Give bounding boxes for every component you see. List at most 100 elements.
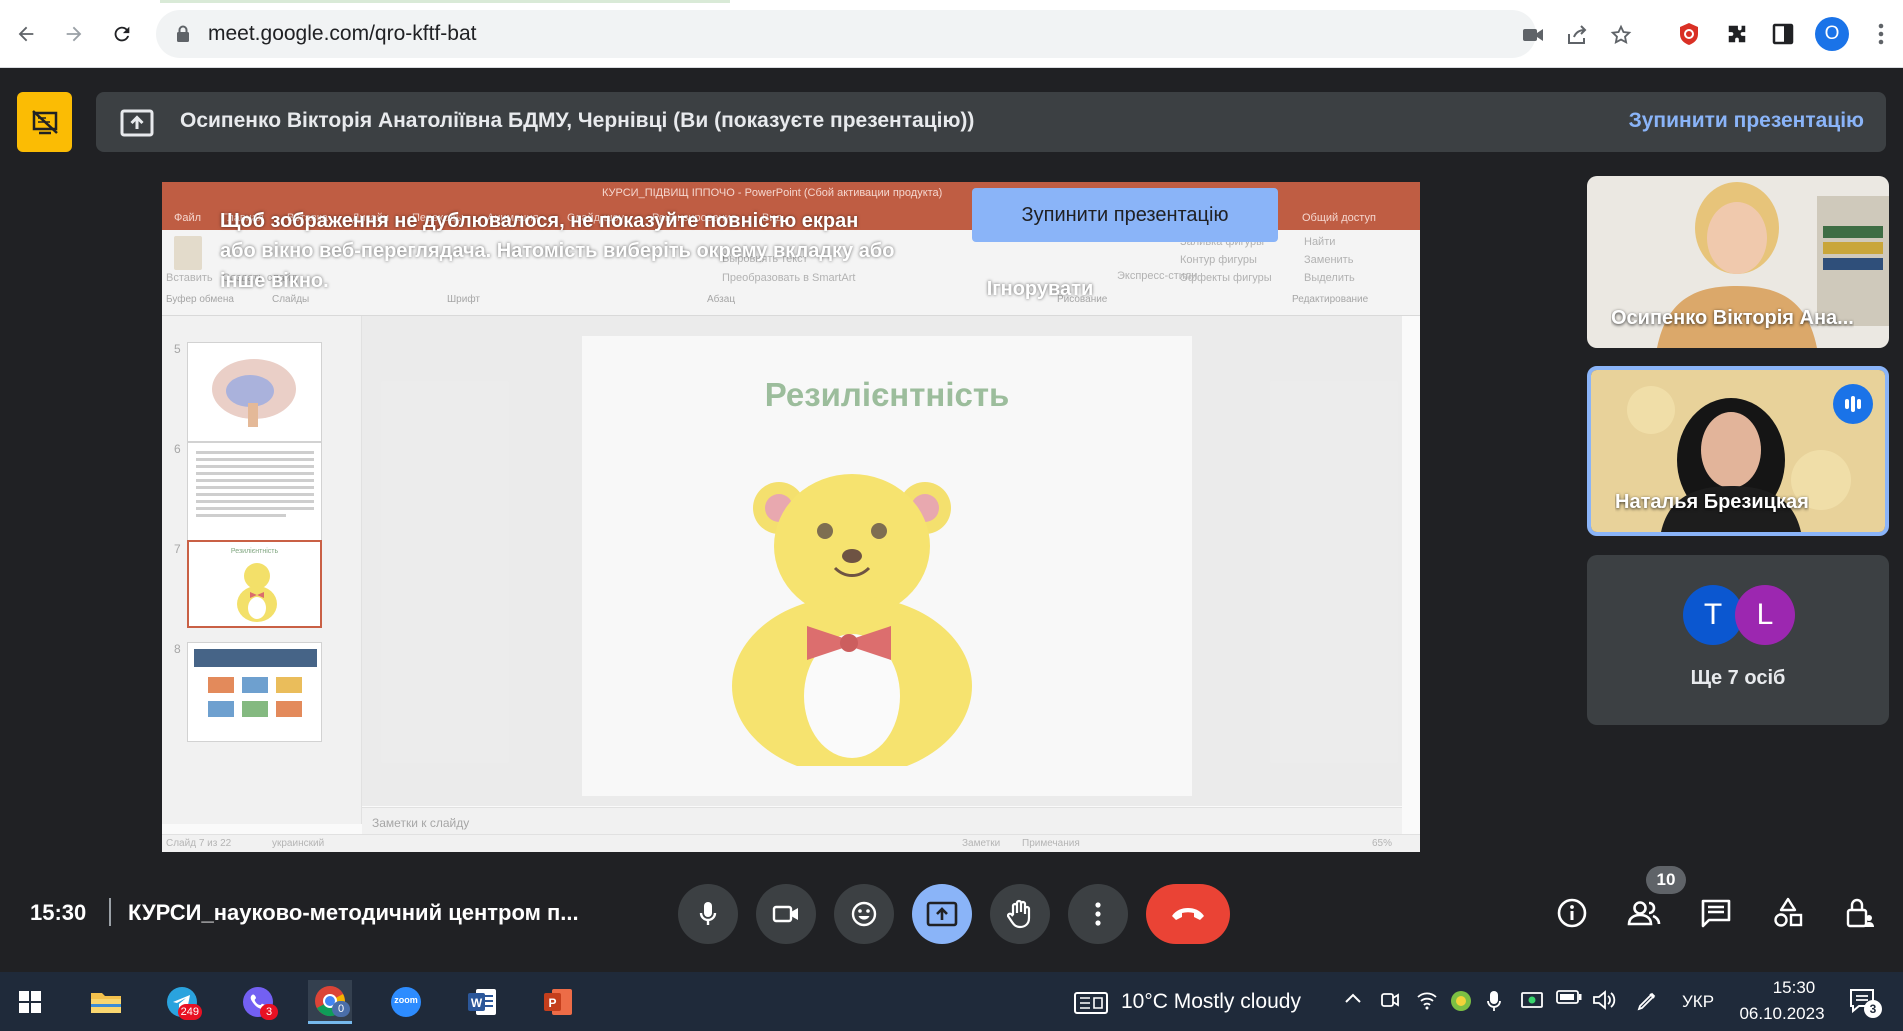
microphone-button[interactable] [678, 884, 738, 944]
warning-line: Щоб зображення не дублювалося, не показу… [220, 210, 859, 232]
address-bar[interactable]: meet.google.com/qro-kftf-bat [156, 10, 1632, 58]
chrome-badge: 0 [332, 1001, 350, 1017]
vpn-shield-icon[interactable] [1450, 990, 1472, 1012]
participant-name: Наталья Брезицкая [1615, 491, 1809, 513]
file-explorer-button[interactable] [84, 980, 128, 1024]
stop-presenting-button[interactable]: Зупинити презентацію [972, 188, 1278, 242]
raise-hand-button[interactable] [990, 884, 1050, 944]
share-icon[interactable] [1564, 22, 1590, 48]
host-controls-button[interactable] [1840, 893, 1880, 933]
zoom-label: zoom [394, 995, 418, 1005]
activities-button[interactable] [1768, 893, 1808, 933]
start-button[interactable] [8, 980, 52, 1024]
loading-bar [160, 0, 730, 3]
extensions-puzzle-icon[interactable] [1720, 17, 1754, 51]
chrome-button[interactable]: 0 [308, 980, 352, 1024]
warning-line: інше вікно. [220, 270, 329, 292]
people-button[interactable] [1624, 893, 1664, 933]
leave-call-button[interactable] [1146, 884, 1230, 944]
reload-icon [114, 26, 130, 42]
activities-shapes-icon [1774, 897, 1803, 927]
more-options-button[interactable] [1068, 884, 1128, 944]
camera-icon [772, 905, 798, 923]
viber-badge: 3 [260, 1004, 278, 1020]
side-panel-icon[interactable] [1766, 17, 1800, 51]
meeting-clock: 15:30 [30, 900, 87, 925]
reload-button[interactable] [104, 16, 140, 52]
camera-blocked-icon[interactable] [1520, 22, 1546, 48]
mirror-warning-text: Щоб зображення не дублювалося, не показу… [220, 206, 940, 296]
word-button[interactable]: W [460, 980, 504, 1024]
screen-off-icon [31, 110, 58, 135]
info-icon [1557, 898, 1587, 928]
opera-adblock-icon[interactable] [1672, 17, 1706, 51]
warning-line: або вікно веб-переглядача. Натомість виб… [220, 240, 895, 262]
folder-icon [91, 993, 121, 1013]
meeting-details-button[interactable] [1552, 893, 1592, 933]
telegram-button[interactable]: 249 [160, 980, 204, 1024]
speaking-indicator [1833, 384, 1873, 424]
more-participants-text: Ще 7 осіб [1690, 667, 1786, 689]
pen-icon[interactable] [1636, 990, 1658, 1012]
chevron-up-icon[interactable] [1344, 990, 1362, 1008]
lock-icon [177, 25, 189, 42]
news-weather-icon [1074, 992, 1108, 1014]
camera-button[interactable] [756, 884, 816, 944]
more-vertical-icon [1095, 902, 1101, 926]
participant-name: Осипенко Вікторія Ана... [1611, 307, 1854, 329]
browser-menu-icon[interactable] [1864, 17, 1898, 51]
windows-logo-icon [19, 991, 41, 1013]
participant-avatar: T [1683, 585, 1743, 645]
chat-button[interactable] [1696, 893, 1736, 933]
bookmark-star-icon[interactable] [1608, 22, 1634, 48]
ignore-button[interactable]: Ігнорувати [970, 272, 1110, 306]
microphone-tray-icon[interactable] [1486, 990, 1502, 1012]
more-participants-tile[interactable]: T L Ще 7 осіб [1587, 555, 1889, 725]
chat-icon [1701, 899, 1731, 928]
back-button[interactable] [8, 16, 44, 52]
notifications-button[interactable]: 3 [1848, 986, 1882, 1021]
url-text[interactable]: meet.google.com/qro-kftf-bat [208, 22, 476, 46]
weather-text[interactable]: 10°C Mostly cloudy [1121, 990, 1301, 1014]
browser-toolbar: meet.google.com/qro-kftf-bat O [0, 0, 1903, 68]
microphone-icon [699, 902, 717, 925]
present-screen-icon [926, 901, 958, 927]
forward-button[interactable] [56, 16, 92, 52]
audio-level-icon [1845, 396, 1861, 412]
stop-presenting-link[interactable]: Зупинити презентацію [1629, 109, 1864, 133]
forward-arrow-icon [66, 26, 82, 42]
hang-up-icon [1172, 908, 1204, 920]
profile-avatar[interactable]: O [1815, 17, 1849, 51]
meeting-title[interactable]: КУРСИ_науково-методичний центром п... [128, 900, 579, 926]
battery-icon[interactable] [1556, 990, 1582, 1004]
volume-icon[interactable] [1592, 990, 1616, 1010]
viber-button[interactable]: 3 [236, 980, 280, 1024]
emoji-icon [851, 901, 877, 927]
word-icon: W [468, 989, 496, 1015]
divider [109, 898, 111, 926]
meet-now-icon[interactable] [1380, 990, 1400, 1010]
presenting-indicator [17, 92, 72, 152]
system-time[interactable]: 15:30 [1756, 978, 1832, 998]
system-date[interactable]: 06.10.2023 [1732, 1004, 1832, 1024]
participant-tile-speaking[interactable]: Наталья Брезицкая [1587, 366, 1889, 536]
wifi-icon[interactable] [1416, 990, 1438, 1010]
participant-avatar: L [1735, 585, 1795, 645]
lock-person-icon [1846, 898, 1874, 928]
powerpoint-button[interactable]: P [536, 980, 580, 1024]
svg-text:P: P [548, 996, 556, 1010]
keyboard-language[interactable]: УКР [1682, 992, 1714, 1012]
present-screen-icon [120, 109, 154, 137]
participant-tile[interactable]: Осипенко Вікторія Ана... [1587, 176, 1889, 348]
presenter-text: Осипенко Вікторія Анатоліївна БДМУ, Черн… [180, 109, 975, 132]
present-now-button[interactable] [912, 884, 972, 944]
screen-share-tray-icon[interactable] [1520, 990, 1544, 1012]
people-count-badge: 10 [1646, 866, 1686, 894]
reactions-button[interactable] [834, 884, 894, 944]
back-arrow-icon [18, 26, 34, 42]
svg-text:W: W [471, 996, 483, 1010]
presentation-banner: Осипенко Вікторія Анатоліївна БДМУ, Черн… [96, 92, 1886, 152]
zoom-button[interactable]: zoom [384, 980, 428, 1024]
telegram-badge: 249 [177, 1004, 202, 1020]
windows-taskbar: 249 3 0 zoom W P 10°C Mostly cloudy УКР … [0, 972, 1903, 1031]
